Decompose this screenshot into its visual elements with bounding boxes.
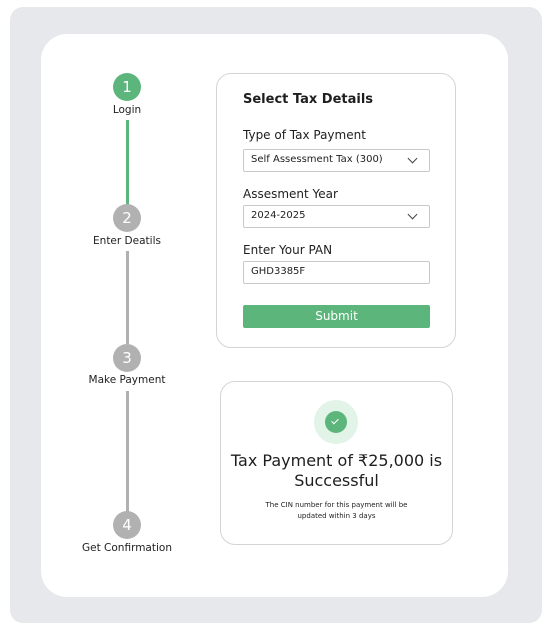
pan-value: GHD3385F bbox=[251, 266, 306, 277]
step-connector-3-4 bbox=[125, 391, 129, 512]
success-note: The CIN number for this payment will be … bbox=[265, 501, 408, 520]
tax-type-select[interactable]: Self Assessment Tax (300) bbox=[243, 149, 430, 172]
step-1-indicator: 1 bbox=[113, 73, 141, 101]
step-connector-1-2 bbox=[125, 120, 129, 205]
pan-label: Enter Your PAN bbox=[243, 243, 333, 257]
step-2-label: Enter Deatils bbox=[93, 235, 161, 247]
assessment-year-value: 2024-2025 bbox=[251, 210, 306, 221]
step-connector-2-3 bbox=[125, 251, 129, 344]
assessment-year-select[interactable]: 2024-2025 bbox=[243, 205, 430, 228]
tax-type-value: Self Assessment Tax (300) bbox=[251, 154, 383, 165]
chevron-down-icon bbox=[407, 153, 418, 164]
tax-details-title: Select Tax Details bbox=[243, 92, 374, 107]
step-4-indicator: 4 bbox=[113, 511, 141, 539]
step-2-indicator: 2 bbox=[113, 204, 141, 232]
step-3-indicator: 3 bbox=[113, 344, 141, 372]
success-title: Tax Payment of ₹25,000 is Successful bbox=[230, 451, 443, 490]
step-4-label: Get Confirmation bbox=[82, 542, 172, 554]
check-mark-icon bbox=[331, 416, 339, 425]
chevron-down-icon bbox=[407, 209, 418, 220]
assessment-year-label: Assesment Year bbox=[243, 187, 338, 201]
tax-type-label: Type of Tax Payment bbox=[243, 128, 366, 142]
submit-button[interactable]: Submit bbox=[243, 305, 430, 328]
pan-input[interactable]: GHD3385F bbox=[243, 261, 430, 284]
step-3-label: Make Payment bbox=[88, 374, 166, 386]
check-circle-icon bbox=[325, 411, 347, 433]
step-1-label: Login bbox=[112, 104, 142, 116]
